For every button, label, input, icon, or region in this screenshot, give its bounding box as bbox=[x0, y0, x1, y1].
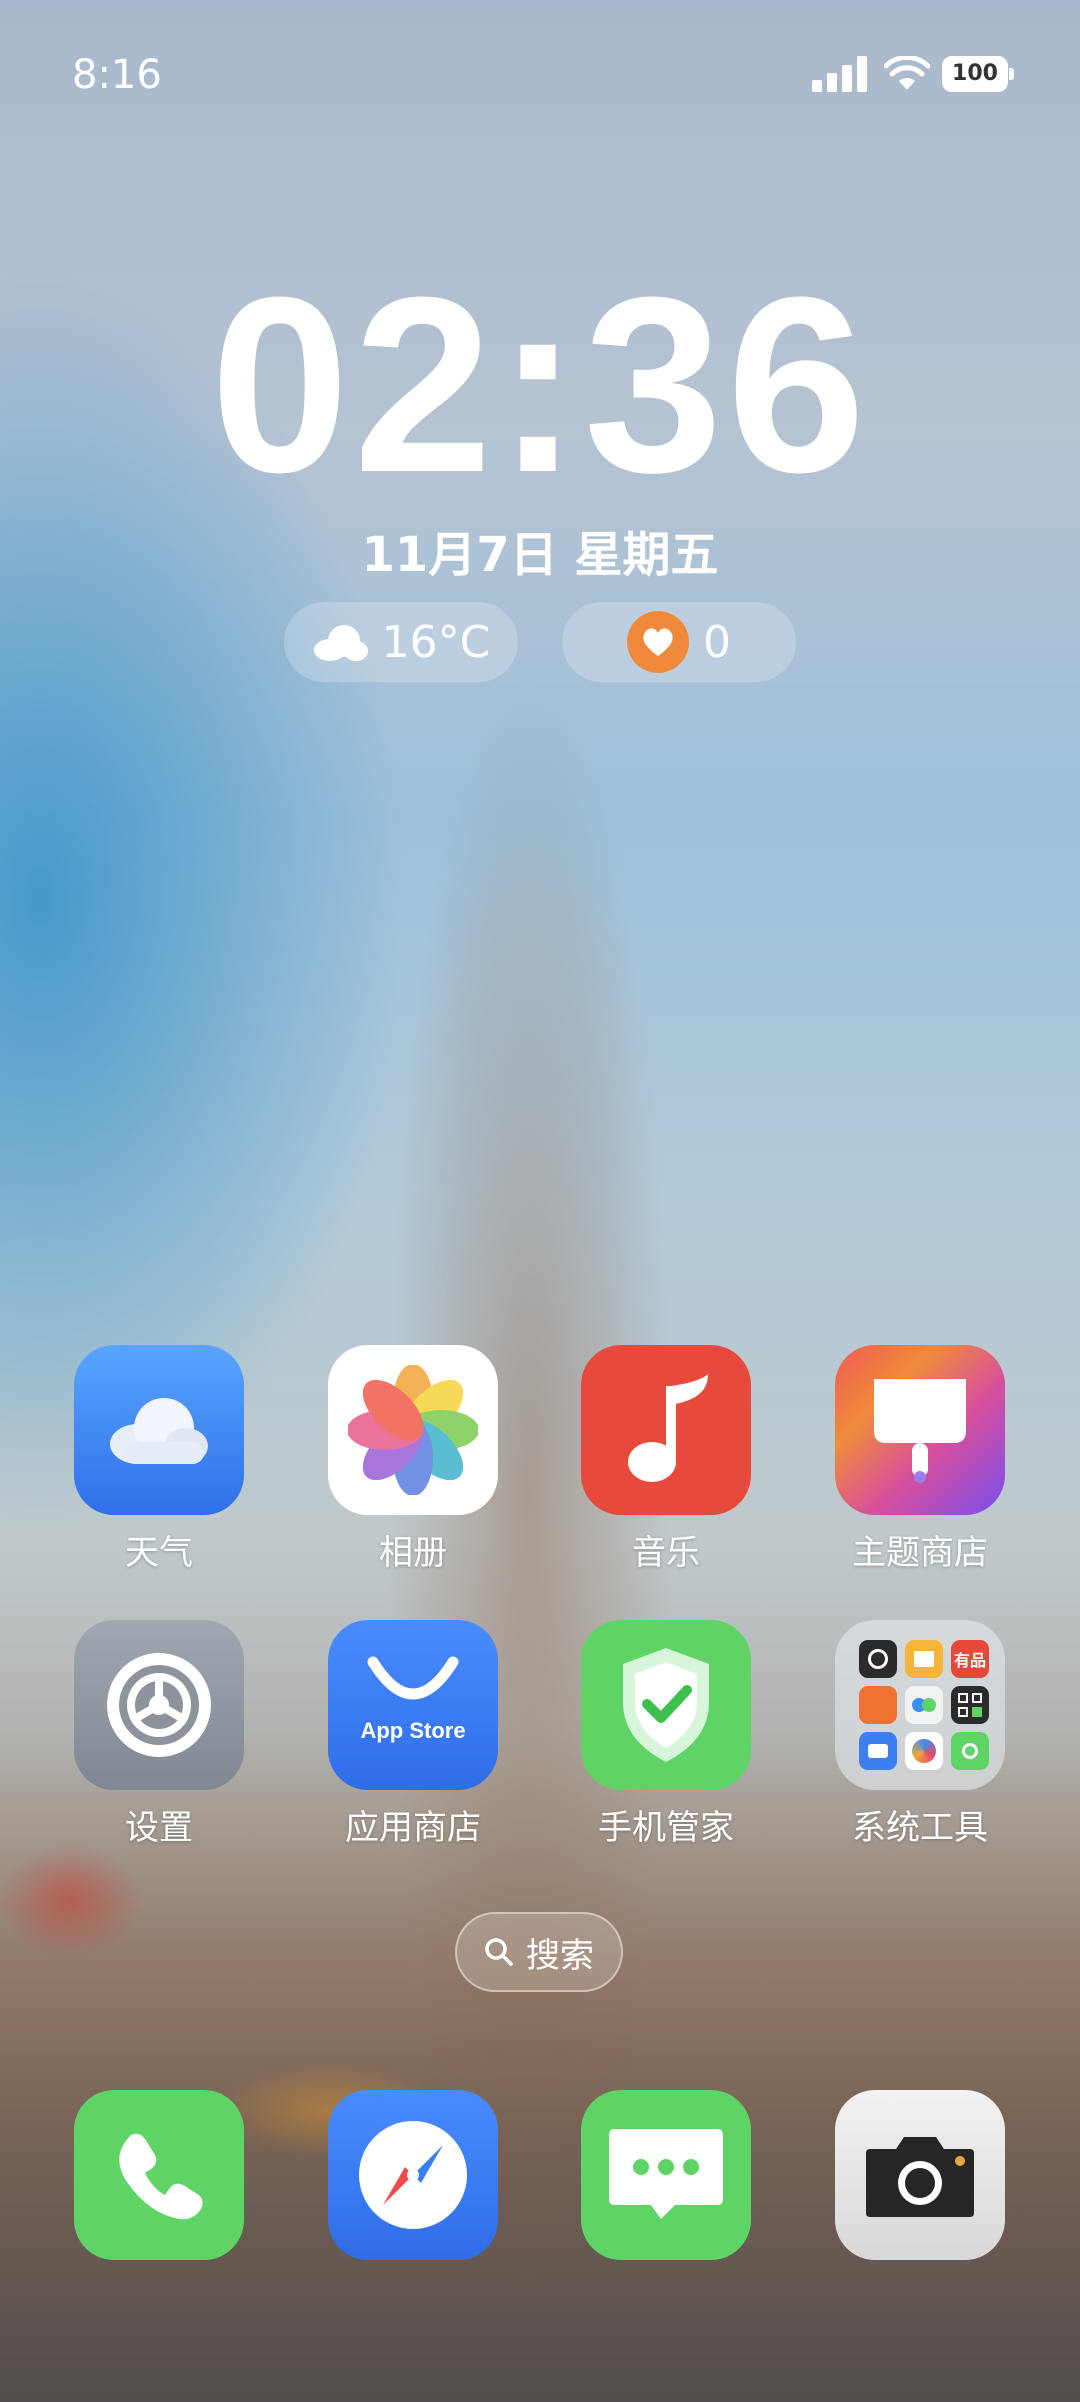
dock-phone[interactable] bbox=[59, 2090, 259, 2260]
dock-messages[interactable] bbox=[566, 2090, 766, 2260]
weather-temperature: 16°C bbox=[381, 616, 491, 668]
app-phone-manager[interactable]: 手机管家 bbox=[566, 1620, 766, 1849]
dock-browser[interactable] bbox=[313, 2090, 513, 2260]
app-label: 设置 bbox=[125, 1808, 193, 1848]
search-icon bbox=[485, 1938, 513, 1966]
weather-icon bbox=[74, 1345, 244, 1515]
app-settings[interactable]: 设置 bbox=[59, 1620, 259, 1849]
messages-icon bbox=[581, 2090, 751, 2260]
signal-icon bbox=[812, 56, 868, 92]
app-label: 相册 bbox=[379, 1533, 447, 1573]
app-store-icon: App Store bbox=[328, 1620, 498, 1790]
mini-browser-icon bbox=[905, 1732, 943, 1770]
dock-camera[interactable] bbox=[820, 2090, 1020, 2260]
mini-mall-icon bbox=[859, 1686, 897, 1724]
settings-gear-icon bbox=[74, 1620, 244, 1790]
music-icon bbox=[581, 1345, 751, 1515]
app-label: 主题商店 bbox=[852, 1533, 988, 1573]
camera-icon bbox=[835, 2090, 1005, 2260]
health-value: 0 bbox=[703, 616, 731, 668]
mini-recorder-icon bbox=[951, 1732, 989, 1770]
mini-books-icon bbox=[905, 1640, 943, 1678]
health-widget[interactable]: 0 bbox=[562, 602, 796, 682]
battery-icon: 100 bbox=[942, 56, 1014, 92]
app-label: 手机管家 bbox=[598, 1808, 734, 1848]
lock-clock[interactable]: 02:36 bbox=[0, 260, 1080, 510]
cloud-icon bbox=[313, 625, 368, 661]
theme-store-icon bbox=[835, 1345, 1005, 1515]
wifi-icon bbox=[884, 56, 930, 90]
search-button[interactable]: 搜索 bbox=[455, 1912, 623, 1992]
phone-manager-shield-icon bbox=[581, 1620, 751, 1790]
app-theme-store[interactable]: 主题商店 bbox=[820, 1345, 1020, 1574]
heart-hands-icon bbox=[627, 611, 689, 673]
app-store-icon-text: App Store bbox=[360, 1718, 466, 1743]
search-label: 搜索 bbox=[526, 1935, 594, 1976]
app-folder-system-tools[interactable]: 有品 系统工具 bbox=[820, 1620, 1020, 1849]
mini-wallet-icon bbox=[859, 1732, 897, 1770]
mini-youpin-icon: 有品 bbox=[951, 1640, 989, 1678]
app-label: 应用商店 bbox=[345, 1808, 481, 1848]
app-app-store[interactable]: App Store 应用商店 bbox=[313, 1620, 513, 1849]
photos-icon bbox=[328, 1345, 498, 1515]
app-music[interactable]: 音乐 bbox=[566, 1345, 766, 1574]
lock-date[interactable]: 11月7日 星期五 bbox=[0, 515, 1080, 585]
weather-widget[interactable]: 16°C bbox=[284, 602, 518, 682]
battery-level: 100 bbox=[952, 61, 998, 86]
phone-icon bbox=[74, 2090, 244, 2260]
app-photos[interactable]: 相册 bbox=[313, 1345, 513, 1574]
browser-compass-icon bbox=[328, 2090, 498, 2260]
app-label: 天气 bbox=[125, 1533, 193, 1573]
app-label: 音乐 bbox=[632, 1533, 700, 1573]
status-bar: 8:16 100 bbox=[0, 0, 1080, 150]
status-time: 8:16 bbox=[72, 52, 162, 98]
mini-toggle-icon bbox=[905, 1686, 943, 1724]
app-weather[interactable]: 天气 bbox=[59, 1345, 259, 1574]
app-label: 系统工具 bbox=[852, 1808, 988, 1848]
mini-clock-icon bbox=[859, 1640, 897, 1678]
folder-icon: 有品 bbox=[835, 1620, 1005, 1790]
mini-qr-icon bbox=[951, 1686, 989, 1724]
